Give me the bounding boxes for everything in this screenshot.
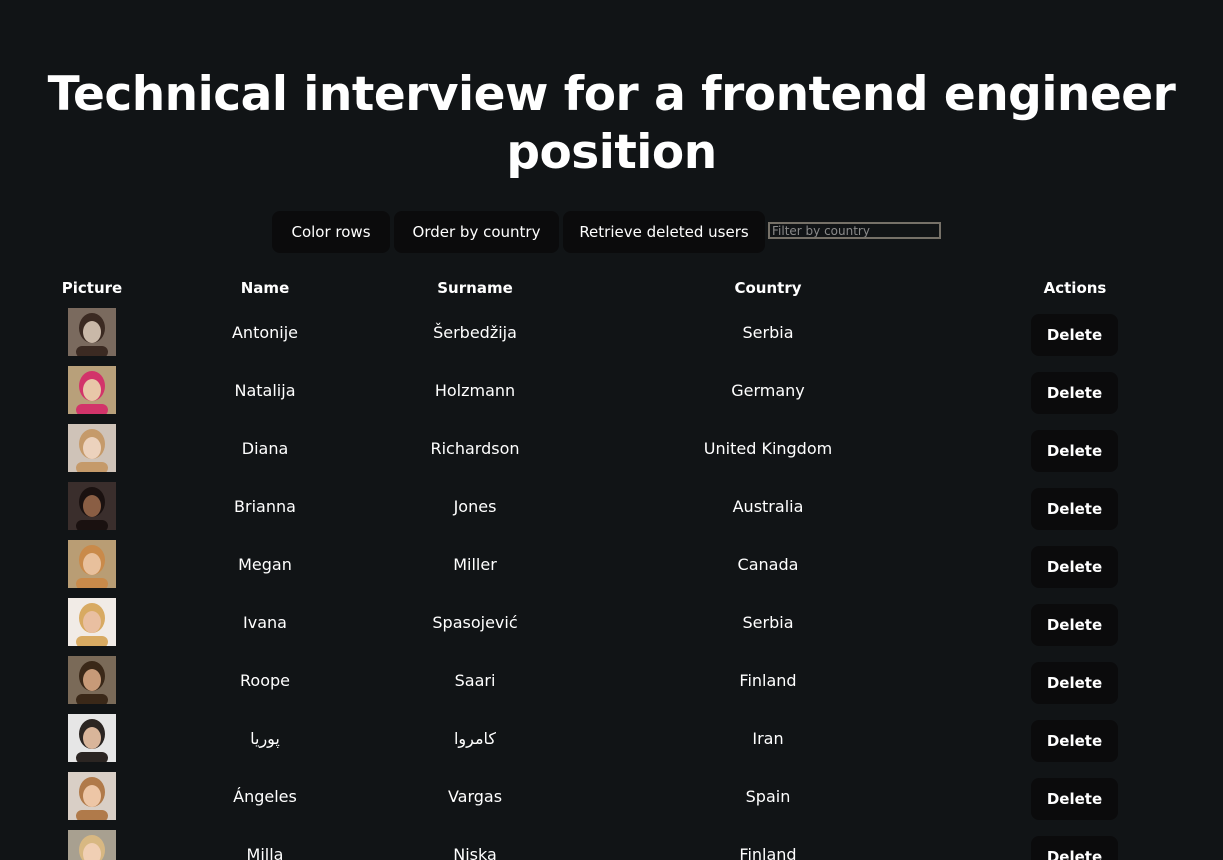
country-cell: Finland bbox=[739, 671, 797, 690]
name-cell: پوریا bbox=[250, 729, 280, 748]
surname-cell: Miller bbox=[453, 555, 497, 574]
delete-button[interactable]: Delete bbox=[1031, 488, 1118, 530]
table-row: Megan Miller Canada Delete bbox=[0, 536, 1223, 594]
table-row: Ángeles Vargas Spain Delete bbox=[0, 768, 1223, 826]
avatar bbox=[68, 308, 116, 356]
column-header-picture: Picture bbox=[61, 279, 123, 297]
country-cell: Finland bbox=[739, 845, 797, 860]
delete-button[interactable]: Delete bbox=[1031, 604, 1118, 646]
surname-cell: Vargas bbox=[447, 787, 503, 806]
avatar bbox=[68, 366, 116, 414]
column-header-country: Country bbox=[734, 279, 802, 297]
surname-cell: Jones bbox=[453, 497, 497, 516]
table-row: پوریا کامروا Iran Delete bbox=[0, 710, 1223, 768]
country-cell: Serbia bbox=[742, 323, 794, 342]
surname-cell: کامروا bbox=[453, 729, 497, 748]
table-row: Roope Saari Finland Delete bbox=[0, 652, 1223, 710]
delete-button[interactable]: Delete bbox=[1031, 720, 1118, 762]
delete-button[interactable]: Delete bbox=[1031, 314, 1118, 356]
name-cell: Brianna bbox=[234, 497, 296, 516]
name-cell: Roope bbox=[240, 671, 290, 690]
surname-cell: Spasojević bbox=[432, 613, 518, 632]
country-cell: Canada bbox=[737, 555, 799, 574]
column-header-surname: Surname bbox=[437, 279, 513, 297]
retrieve-deleted-users-button[interactable]: Retrieve deleted users bbox=[563, 211, 765, 253]
table-row: Milla Niska Finland Delete bbox=[0, 826, 1223, 860]
country-cell: Australia bbox=[732, 497, 804, 516]
delete-button[interactable]: Delete bbox=[1031, 662, 1118, 704]
delete-button[interactable]: Delete bbox=[1031, 372, 1118, 414]
avatar bbox=[68, 714, 116, 762]
surname-cell: Richardson bbox=[430, 439, 520, 458]
name-cell: Megan bbox=[238, 555, 292, 574]
name-cell: Antonije bbox=[231, 323, 299, 342]
table-row: Ivana Spasojević Serbia Delete bbox=[0, 594, 1223, 652]
column-header-actions: Actions bbox=[1043, 279, 1107, 297]
country-cell: Spain bbox=[745, 787, 791, 806]
column-header-name: Name bbox=[240, 279, 290, 297]
avatar bbox=[68, 540, 116, 588]
delete-button[interactable]: Delete bbox=[1031, 430, 1118, 472]
name-cell: Diana bbox=[241, 439, 289, 458]
avatar bbox=[68, 656, 116, 704]
name-cell: Milla bbox=[246, 845, 284, 860]
country-cell: Serbia bbox=[742, 613, 794, 632]
avatar bbox=[68, 830, 116, 860]
surname-cell: Holzmann bbox=[434, 381, 516, 400]
surname-cell: Saari bbox=[454, 671, 496, 690]
country-cell: United Kingdom bbox=[703, 439, 833, 458]
avatar bbox=[68, 424, 116, 472]
color-rows-button[interactable]: Color rows bbox=[272, 211, 390, 253]
avatar bbox=[68, 772, 116, 820]
avatar bbox=[68, 482, 116, 530]
name-cell: Ángeles bbox=[233, 787, 297, 806]
surname-cell: Šerbedžija bbox=[433, 323, 517, 342]
filter-by-country-input[interactable] bbox=[768, 222, 941, 239]
app-page: Technical interview for a frontend engin… bbox=[0, 0, 1223, 860]
avatar bbox=[68, 598, 116, 646]
table-row: Brianna Jones Australia Delete bbox=[0, 478, 1223, 536]
name-cell: Natalija bbox=[234, 381, 296, 400]
country-cell: Iran bbox=[752, 729, 784, 748]
delete-button[interactable]: Delete bbox=[1031, 546, 1118, 588]
page-title: Technical interview for a frontend engin… bbox=[47, 67, 1176, 180]
country-cell: Germany bbox=[731, 381, 805, 400]
delete-button[interactable]: Delete bbox=[1031, 778, 1118, 820]
delete-button[interactable]: Delete bbox=[1031, 836, 1118, 860]
table-row: Diana Richardson United Kingdom Delete bbox=[0, 420, 1223, 478]
surname-cell: Niska bbox=[453, 845, 497, 860]
name-cell: Ivana bbox=[243, 613, 287, 632]
table-row: Antonije Šerbedžija Serbia Delete bbox=[0, 304, 1223, 362]
table-row: Natalija Holzmann Germany Delete bbox=[0, 362, 1223, 420]
order-by-country-button[interactable]: Order by country bbox=[394, 211, 559, 253]
